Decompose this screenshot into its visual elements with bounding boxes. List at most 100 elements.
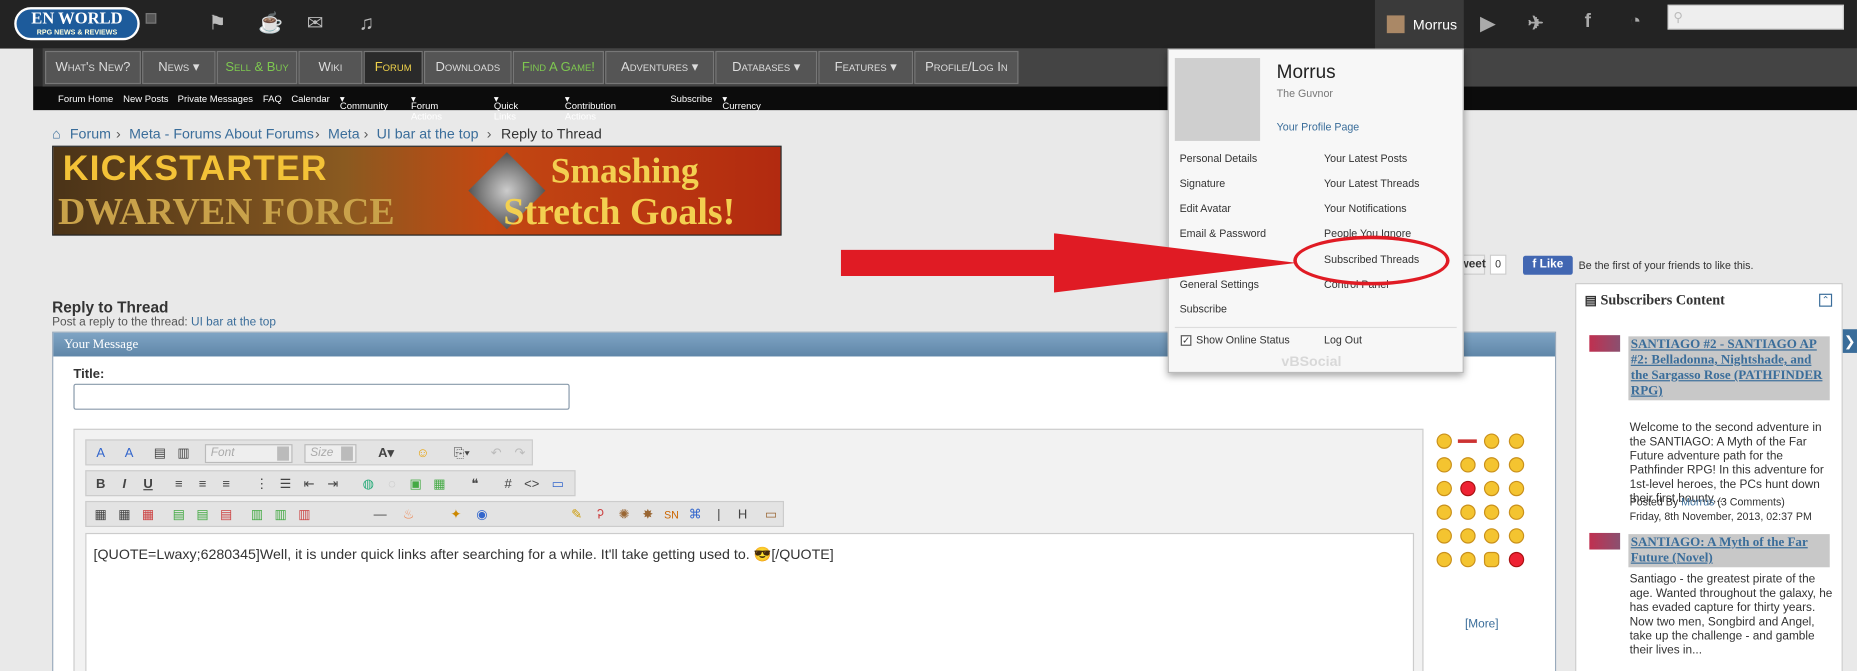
smiley-icon[interactable] [1436, 504, 1452, 520]
smiley-icon[interactable] [1436, 457, 1452, 473]
breadcrumb-thread[interactable]: UI bar at the top [377, 126, 479, 143]
online-status-checkbox[interactable]: ✓ [1180, 335, 1192, 346]
smiley-icon[interactable] [1483, 433, 1500, 449]
ordered-list-icon[interactable]: ⋮ [252, 475, 271, 494]
sidebar-item-title[interactable]: SANTIAGO: A Myth of the Far Future (Nove… [1628, 534, 1830, 568]
subnav-quick-links[interactable]: Quick Links ▾ [494, 94, 518, 122]
latest-threads-link[interactable]: Your Latest Threads [1324, 178, 1419, 190]
indent-icon[interactable]: ⇥ [323, 475, 342, 494]
unordered-list-icon[interactable]: ☰ [276, 475, 295, 494]
cup-icon[interactable]: ☕ [258, 12, 283, 36]
subscribe-link[interactable]: Subscribe [1180, 303, 1227, 315]
sidebar-expand-icon[interactable]: ❯ [1842, 329, 1857, 353]
signature-link[interactable]: Signature [1180, 178, 1226, 190]
nav-sell-buy[interactable]: Sell & Buy [216, 50, 298, 85]
row-above-icon[interactable]: ▤ [169, 506, 188, 525]
subnav-subscribe[interactable]: Subscribe [670, 94, 712, 105]
highlight-icon[interactable]: ♨ [399, 506, 418, 525]
nav-adventures[interactable]: Adventures ▾ [605, 50, 715, 85]
smiley-devil-icon[interactable] [1508, 551, 1525, 568]
notifications-link[interactable]: Your Notifications [1324, 203, 1407, 215]
comments-count[interactable]: (3 Comments) [1717, 496, 1785, 508]
subnav-calendar[interactable]: Calendar [291, 94, 329, 105]
facebook-like-button[interactable]: f Like [1523, 255, 1573, 275]
quote-icon[interactable]: ❝ [465, 475, 484, 494]
search-input[interactable]: ⚲ [1667, 4, 1844, 30]
site-logo[interactable]: EN WORLD RPG NEWS & REVIEWS [14, 7, 140, 41]
personal-details-link[interactable]: Personal Details [1180, 153, 1258, 165]
smiley-angry-icon[interactable] [1460, 480, 1476, 497]
subnav-forum-home[interactable]: Forum Home [58, 94, 113, 105]
subnav-private-messages[interactable]: Private Messages [178, 94, 253, 105]
col-right-icon[interactable]: ▥ [271, 506, 290, 525]
user-menu-button[interactable]: Morrus [1374, 0, 1464, 49]
smiley-icon[interactable] [1460, 504, 1476, 520]
dice-icon[interactable]: Ꭾ [591, 506, 610, 525]
remove-format-icon[interactable]: A [91, 444, 110, 463]
posted-by-link[interactable]: Morrus [1681, 496, 1714, 508]
smiley-icon[interactable] [1508, 457, 1525, 473]
image-icon[interactable]: ▣ [406, 475, 425, 494]
breadcrumb-forum[interactable]: Forum [70, 126, 111, 143]
logout-link[interactable]: Log Out [1324, 334, 1362, 346]
rpg-icon[interactable]: ✺ [615, 506, 634, 525]
smiley-icon[interactable] [1483, 551, 1500, 568]
smiley-icon[interactable] [1508, 528, 1525, 544]
nav-wiki[interactable]: Wiki [298, 50, 363, 85]
logo-toggle-icon[interactable] [145, 13, 157, 24]
smiley-bar-icon[interactable] [1457, 439, 1477, 443]
nav-find-a-game[interactable]: Find A Game! [512, 50, 604, 85]
italic-icon[interactable]: I [115, 475, 134, 494]
dropdown-avatar[interactable] [1174, 58, 1261, 141]
subnav-faq[interactable]: FAQ [263, 94, 282, 105]
brush-icon[interactable]: ✎ [567, 506, 586, 525]
smiley-icon[interactable] [1436, 480, 1452, 497]
edit-avatar-link[interactable]: Edit Avatar [1180, 203, 1231, 215]
breadcrumb-meta[interactable]: Meta [328, 126, 360, 143]
font-color-icon[interactable]: A [120, 444, 139, 463]
bell-icon[interactable]: ♫ [359, 12, 374, 36]
youtube-icon[interactable]: ▶ [1480, 12, 1495, 36]
breadcrumb-meta-forums[interactable]: Meta - Forums About Forums [129, 126, 314, 143]
map-icon[interactable]: ◉ [473, 506, 492, 525]
smiley-icon[interactable] [1436, 551, 1452, 568]
nav-databases[interactable]: Databases ▾ [715, 50, 818, 85]
hr-icon[interactable]: ― [371, 506, 390, 525]
smiley-icon[interactable] [1460, 528, 1476, 544]
align-right-icon[interactable]: ≡ [217, 475, 236, 494]
subnav-currency[interactable]: Currency ▾ [722, 94, 760, 112]
undo-icon[interactable]: ↶ [487, 444, 506, 463]
smiley-glasses-icon[interactable] [1436, 528, 1452, 544]
col-delete-icon[interactable]: ▥ [295, 506, 314, 525]
col-left-icon[interactable]: ▥ [248, 506, 267, 525]
sidebar-item-title[interactable]: SANTIAGO #2 - SANTIAGO AP #2: Belladonna… [1628, 336, 1830, 401]
table-props-icon[interactable]: ▦ [115, 506, 134, 525]
smiley-cool-icon[interactable] [1508, 433, 1525, 449]
subnav-forum-actions[interactable]: Forum Actions ▾ [411, 94, 442, 122]
smiley-icon[interactable]: ☺ [413, 444, 432, 463]
table-icon[interactable]: ▦ [91, 506, 110, 525]
character-icon[interactable]: ✸ [638, 506, 657, 525]
redo-icon[interactable]: ↷ [510, 444, 529, 463]
extra-icon[interactable]: ▭ [762, 506, 781, 525]
sidebar-thumbnail[interactable] [1589, 335, 1621, 352]
subnav-community[interactable]: Community ▾ [340, 94, 388, 112]
twitter-icon[interactable]: ✈ [1528, 12, 1544, 36]
paste-icon[interactable]: ▤ [150, 444, 169, 463]
smiley-icon[interactable] [1483, 457, 1500, 473]
smiley-icon[interactable] [1483, 528, 1500, 544]
more-smilies-link[interactable]: [More] [1465, 618, 1499, 631]
home-icon[interactable]: ⌂ [52, 126, 61, 143]
subnav-contribution-actions[interactable]: Contribution Actions ▾ [565, 94, 616, 122]
smiley-icon[interactable] [1483, 504, 1500, 520]
video-icon[interactable]: ▦ [430, 475, 449, 494]
text-color-icon[interactable]: A▾ [371, 444, 402, 463]
rss-icon[interactable]: ◔ [1630, 12, 1641, 33]
row-below-icon[interactable]: ▤ [193, 506, 212, 525]
message-textarea[interactable]: [QUOTE=Lwaxy;6280345]Well, it is under q… [85, 532, 1415, 671]
flag-icon[interactable]: ⚑ [208, 12, 226, 36]
paste-text-icon[interactable]: ▥ [174, 444, 193, 463]
reply-thread-link[interactable]: UI bar at the top [191, 316, 276, 329]
nav-downloads[interactable]: Downloads [423, 50, 512, 85]
hash-icon[interactable]: # [499, 475, 518, 494]
